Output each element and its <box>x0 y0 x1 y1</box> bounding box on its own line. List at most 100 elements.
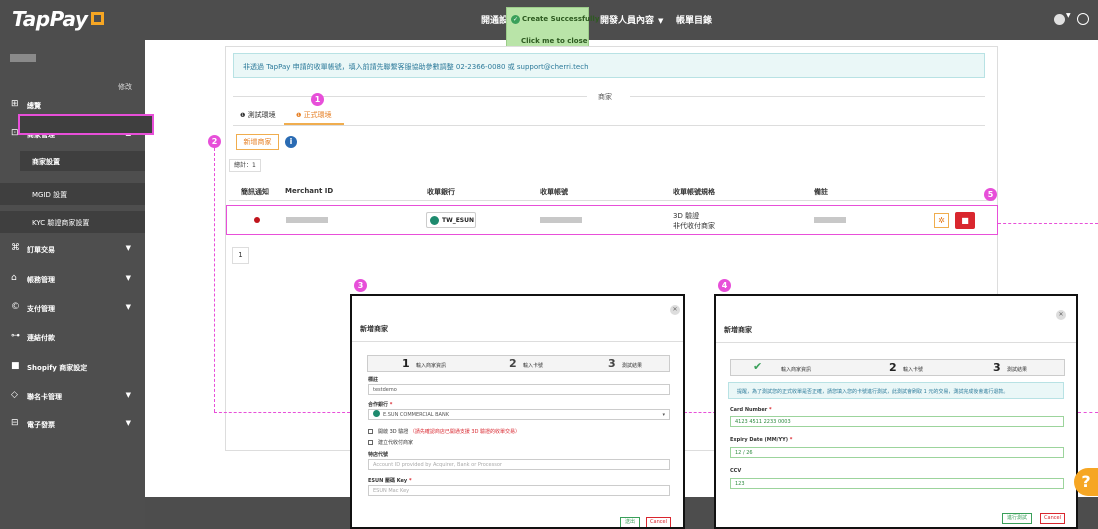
step-label: 測試結果 <box>622 363 643 369</box>
notice-banner: 非透過 TapPay 申請的收單帳號，填入前請先聯繫客服協助參數調整 02-23… <box>233 53 985 78</box>
section-title: 商家 <box>598 93 612 101</box>
chevron-down-icon: ▼ <box>658 17 664 25</box>
run-test-button[interactable]: 進行測試 <box>1002 513 1032 524</box>
chevron-down-icon: ▼ <box>125 244 131 252</box>
toast-close-link[interactable]: Click me to close <box>521 37 588 45</box>
merchant-code-label: 特店代號 <box>368 452 389 458</box>
table-row[interactable] <box>226 205 998 235</box>
tappay-logo[interactable]: TapPay <box>12 7 105 31</box>
nav-item-billing[interactable]: 帳單目錄 <box>676 13 712 26</box>
add-merchant-modal-step2: ✕ 新增商家 ✔ 輸入商家資訊 2 輸入卡號 3 測試結果 Card Numbe… <box>714 294 1078 529</box>
ccv-label: CCV <box>730 468 742 474</box>
sidebar-item-accounting[interactable]: ⌂ 帳務管理 ▼ <box>0 268 145 290</box>
bank-label: 合作銀行 * <box>368 402 393 408</box>
globe-icon[interactable] <box>1077 13 1089 25</box>
tab-production-env[interactable]: ❶ 正式環境 <box>296 110 332 120</box>
submit-button[interactable]: 送出 <box>620 517 640 527</box>
tab-label: 正式環境 <box>303 111 332 119</box>
chevron-down-icon: ▼ <box>1066 12 1071 19</box>
chevron-down-icon: ▾ <box>662 412 665 418</box>
step-label: 輸入卡號 <box>903 367 924 373</box>
esun-key-label: ESUN 壓碼 Key * <box>368 478 412 484</box>
annotation-badge-5: 5 <box>984 188 997 201</box>
cancel-button[interactable]: Cancel <box>646 517 671 527</box>
column-header: 備註 <box>814 188 828 196</box>
sidebar-item-merchant-settings[interactable]: 商家設置 <box>20 151 145 171</box>
sidebar-item-label: 訂單交易 <box>27 246 55 254</box>
chevron-down-icon: ▼ <box>125 303 131 311</box>
sidebar-item-label: 帳務管理 <box>27 276 55 284</box>
esun-key-input[interactable]: ESUN Mac Key <box>368 485 670 496</box>
pagination-page-1[interactable]: 1 <box>232 247 249 264</box>
info-icon[interactable]: i <box>285 136 297 148</box>
sidebar-item-shopify[interactable]: ■ Shopify 商家設定 <box>0 356 145 378</box>
annotation-badge-3: 3 <box>354 279 367 292</box>
help-button[interactable]: ? <box>1074 468 1098 496</box>
bank-label-text: 合作銀行 <box>368 402 389 408</box>
redacted-account <box>540 217 582 223</box>
agent-merchant-label: 建立代收付商家 <box>378 440 414 446</box>
tab-active-underline <box>284 123 344 125</box>
logo-text: TapPay <box>12 7 88 31</box>
close-icon[interactable]: ✕ <box>670 305 680 315</box>
add-merchant-button[interactable]: 新增商家 <box>236 134 279 150</box>
spec-non-agent: 非代收付商家 <box>673 222 715 230</box>
merchant-name-input[interactable]: testdemo <box>368 384 670 395</box>
tab-label: 測試環境 <box>247 111 276 119</box>
order-icon: ⌘ <box>11 243 20 253</box>
bank-select[interactable]: E.SUN COMMERCIAL BANK ▾ <box>368 409 670 420</box>
nav-item-developer[interactable]: 開發人員內容 ▼ <box>600 13 663 26</box>
card-number-label: Card Number * <box>730 407 772 413</box>
ccv-input[interactable]: 123 <box>730 478 1064 489</box>
check-label: 開啟 3D 驗證 <box>378 429 409 435</box>
edit-profile-link[interactable]: 修改 <box>118 82 132 92</box>
test-info-banner: 提醒，為了測試您的正式收單是否正確，請您填入您的卡號進行測試，此測試會刷取 1 … <box>728 382 1064 399</box>
sidebar-item-label: Shopify 商家設定 <box>27 364 88 372</box>
esun-key-label-text: ESUN 壓碼 Key <box>368 478 408 484</box>
sidebar-item-label: MGID 設置 <box>32 191 68 199</box>
merchant-code-input[interactable]: Account ID provided by Acquirer, Bank or… <box>368 459 670 470</box>
settings-button[interactable]: ✲ <box>934 213 949 228</box>
sidebar-item-orders[interactable]: ⌘ 訂單交易 ▼ <box>0 238 145 260</box>
step-label: 測試結果 <box>1007 367 1028 373</box>
sidebar-item-overview[interactable]: ⊞ 總覽 <box>0 94 145 116</box>
sidebar-item-cobrand-card[interactable]: ◇ 聯名卡管理 ▼ <box>0 385 145 407</box>
chevron-down-icon: ▼ <box>125 274 131 282</box>
sidebar-item-kyc-settings[interactable]: KYC 驗證商家設置 <box>0 211 145 233</box>
annotation-connector <box>684 412 716 413</box>
sidebar-item-mgid-settings[interactable]: MGID 設置 <box>0 183 145 205</box>
sidebar-item-label: 連結付款 <box>27 334 55 342</box>
tab-test-env[interactable]: ❶ 測試環境 <box>240 110 276 120</box>
sidebar-item-payment-link[interactable]: ⊶ 連結付款 <box>0 326 145 348</box>
sidebar-highlight <box>18 114 154 135</box>
language-icon[interactable] <box>1054 14 1065 25</box>
annotation-badge-1: 1 <box>311 93 324 106</box>
step-complete-check-icon: ✔ <box>753 360 763 373</box>
sidebar-item-payment[interactable]: © 支付管理 ▼ <box>0 297 145 319</box>
sidebar-item-label: 聯名卡管理 <box>27 393 62 401</box>
delete-button[interactable]: ■ <box>955 212 975 229</box>
card-number-input[interactable]: 4123 4511 2233 0003 <box>730 416 1064 427</box>
agent-merchant-checkbox[interactable] <box>368 440 373 445</box>
divider <box>716 342 1076 343</box>
redacted-note <box>814 217 846 223</box>
expiry-date-input[interactable]: 12 / 26 <box>730 447 1064 458</box>
chevron-down-icon: ▼ <box>125 419 131 427</box>
close-icon[interactable]: ✕ <box>1056 310 1066 320</box>
success-toast[interactable]: ✓ Create Successfully Click me to close <box>506 7 599 50</box>
invoice-icon: ⊟ <box>11 418 19 428</box>
modal-title: 新增商家 <box>360 325 388 333</box>
enable-3d-checkbox[interactable] <box>368 429 373 434</box>
column-header: 收單銀行 <box>427 188 455 196</box>
spec-3d-verify: 3D 驗證 <box>673 212 700 220</box>
payment-icon: © <box>11 302 20 312</box>
cancel-button[interactable]: Cancel <box>1040 513 1065 524</box>
annotation-connector <box>214 148 215 412</box>
sidebar-item-e-invoice[interactable]: ⊟ 電子發票 ▼ <box>0 413 145 435</box>
nav-developer-label: 開發人員內容 <box>600 16 655 26</box>
3d-warning-text: （請先確認商店已開通支援 3D 驗證的收單交易） <box>409 429 521 435</box>
expiry-label-text: Expiry Date (MM/YY) <box>730 437 789 443</box>
annotation-connector <box>1078 412 1098 413</box>
nav-item-activation[interactable]: 開通設 <box>481 13 508 26</box>
link-icon: ⊶ <box>11 331 20 341</box>
